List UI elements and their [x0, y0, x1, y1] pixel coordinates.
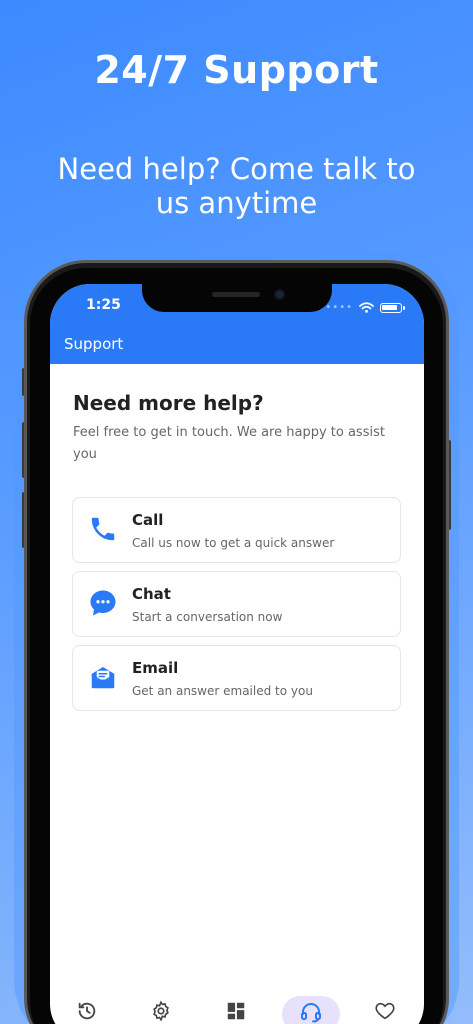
heart-icon — [374, 1000, 396, 1024]
tab-favorites[interactable] — [356, 996, 414, 1024]
status-time: 1:25 — [86, 297, 121, 313]
gear-icon — [150, 1000, 172, 1024]
front-camera — [274, 289, 285, 300]
call-option-subtitle: Call us now to get a quick answer — [132, 536, 335, 550]
signal-icon: •••• — [325, 302, 353, 313]
chat-option-subtitle: Start a conversation now — [132, 610, 283, 624]
bottom-tab-bar — [50, 996, 424, 1024]
dashboard-icon — [225, 1000, 247, 1024]
email-option-title: Email — [132, 659, 179, 677]
tab-dashboard[interactable] — [207, 996, 265, 1024]
call-option-card[interactable]: Call Call us now to get a quick answer — [72, 497, 401, 563]
status-indicators: •••• — [325, 298, 405, 317]
app-bar: 1:25 •••• Support — [50, 284, 424, 364]
battery-icon — [380, 302, 405, 313]
phone-notch — [142, 284, 332, 312]
headset-icon — [299, 1000, 323, 1024]
tab-support[interactable] — [282, 996, 340, 1024]
speaker-grille — [212, 292, 260, 297]
email-icon — [88, 662, 118, 692]
phone-icon — [88, 514, 118, 544]
promo-subline: Need help? Come talk to us anytime — [57, 152, 416, 220]
chat-option-card[interactable]: Chat Start a conversation now — [72, 571, 401, 637]
tab-history[interactable] — [58, 996, 116, 1024]
call-option-title: Call — [132, 511, 164, 529]
tab-settings[interactable] — [132, 996, 190, 1024]
help-heading: Need more help? — [73, 391, 264, 415]
page-title: Support — [64, 335, 124, 353]
email-option-subtitle: Get an answer emailed to you — [132, 684, 313, 698]
phone-screen: 1:25 •••• Support Need more help? Feel f… — [50, 284, 424, 1024]
chat-option-title: Chat — [132, 585, 171, 603]
wifi-icon — [359, 298, 374, 317]
email-option-card[interactable]: Email Get an answer emailed to you — [72, 645, 401, 711]
help-description: Feel free to get in touch. We are happy … — [73, 425, 385, 462]
promo-headline: 24/7 Support — [94, 48, 379, 92]
history-icon — [76, 1000, 98, 1024]
chat-bubble-icon — [88, 588, 118, 618]
